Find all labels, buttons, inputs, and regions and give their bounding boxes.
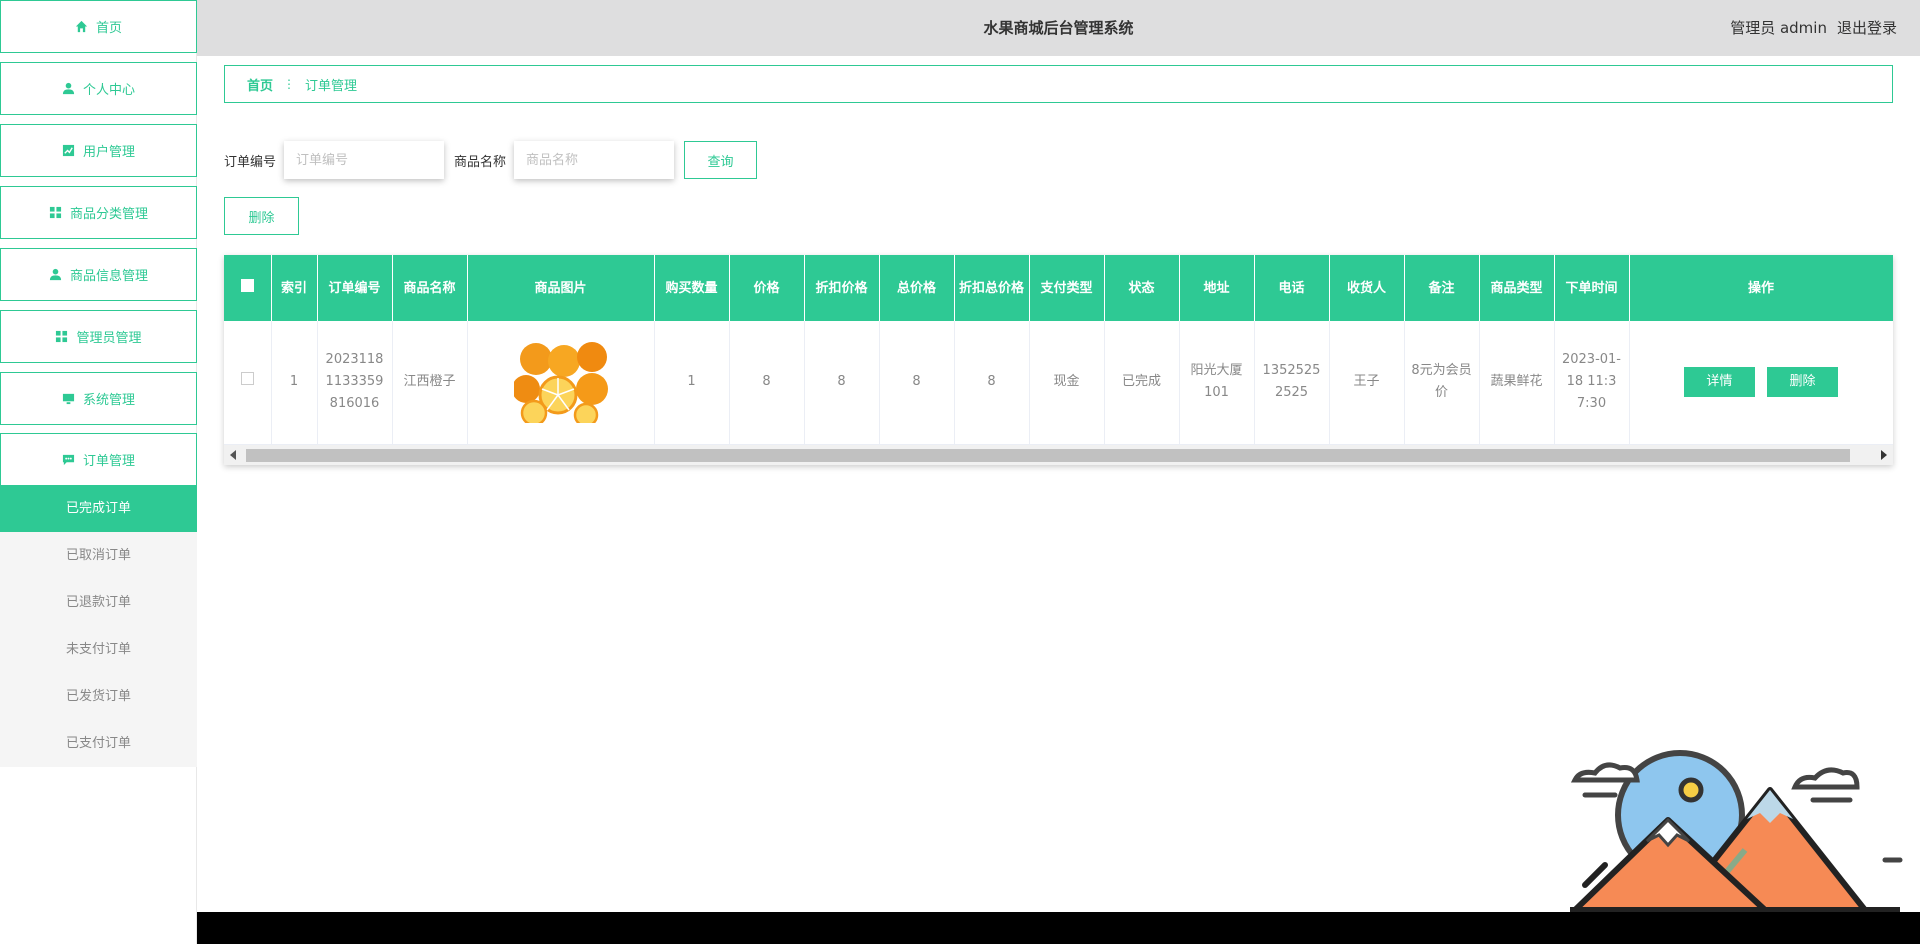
breadcrumb-current: 订单管理 bbox=[305, 78, 358, 94]
logout-link[interactable]: 退出登录 bbox=[1837, 0, 1897, 56]
sidebar-item-goods[interactable]: 商品信息管理 bbox=[0, 248, 197, 301]
cell-goods-image bbox=[467, 321, 655, 445]
column-header: 商品名称 bbox=[392, 255, 468, 321]
row-delete-button[interactable]: 删除 bbox=[1767, 367, 1839, 398]
goods-name-input[interactable] bbox=[514, 141, 675, 179]
column-header: 折扣总价格 bbox=[954, 255, 1030, 321]
home-icon bbox=[75, 20, 88, 33]
chart-icon bbox=[62, 144, 75, 157]
order-no-label: 订单编号 bbox=[224, 154, 277, 170]
column-header: 地址 bbox=[1179, 255, 1255, 321]
cell-note: 8元为会员价 bbox=[1404, 321, 1480, 445]
sidebar-item-admins[interactable]: 管理员管理 bbox=[0, 310, 197, 363]
breadcrumb-separator-icon: ⋮ bbox=[283, 77, 296, 91]
sidebar: 首页 个人中心 用户管理 商品分类管理 商品信息管理 管理员管理 系统管理 订单… bbox=[0, 0, 197, 944]
scrollbar-thumb[interactable] bbox=[246, 449, 1850, 462]
sidebar-item-users[interactable]: 用户管理 bbox=[0, 124, 197, 177]
column-header: 折扣价格 bbox=[804, 255, 880, 321]
submenu-item-shipped[interactable]: 已发货订单 bbox=[0, 673, 197, 720]
submenu-item-completed[interactable]: 已完成订单 bbox=[0, 485, 197, 532]
column-header: 商品图片 bbox=[467, 255, 655, 321]
grid-icon bbox=[56, 330, 68, 343]
order-no-input[interactable] bbox=[284, 141, 445, 179]
submenu-item-unpaid[interactable]: 未支付订单 bbox=[0, 626, 197, 673]
mountain-illustration bbox=[1570, 750, 1903, 913]
cell-price: 8 bbox=[729, 321, 805, 445]
row-checkbox[interactable] bbox=[224, 321, 272, 445]
cell-quantity: 1 bbox=[654, 321, 730, 445]
sidebar-item-label: 首页 bbox=[95, 21, 122, 36]
sidebar-item-label: 用户管理 bbox=[82, 145, 135, 160]
sidebar-item-label: 管理员管理 bbox=[76, 331, 142, 346]
query-button[interactable]: 查询 bbox=[684, 141, 758, 179]
scroll-right-icon[interactable] bbox=[1881, 450, 1887, 460]
sidebar-item-label: 商品分类管理 bbox=[69, 207, 148, 222]
cell-total: 8 bbox=[879, 321, 955, 445]
cell-discount-total: 8 bbox=[954, 321, 1030, 445]
search-form: 订单编号 商品名称 查询 bbox=[224, 140, 758, 180]
cell-pay-type: 现金 bbox=[1029, 321, 1105, 445]
orders-table: 索引 订单编号 商品名称 商品图片 购买数量 价格 折扣价格 总价格 折扣总价格… bbox=[224, 255, 1893, 465]
bottom-bar bbox=[197, 912, 1920, 944]
admin-role-label: 管理员 admin bbox=[1730, 19, 1827, 37]
user-icon bbox=[62, 82, 75, 95]
sidebar-item-profile[interactable]: 个人中心 bbox=[0, 62, 197, 115]
user-area: 管理员 admin 退出登录 bbox=[1730, 0, 1897, 56]
sidebar-item-home[interactable]: 首页 bbox=[0, 0, 197, 53]
sidebar-item-label: 系统管理 bbox=[82, 393, 135, 408]
scroll-left-icon[interactable] bbox=[230, 450, 236, 460]
column-header: 收货人 bbox=[1329, 255, 1405, 321]
cell-receiver: 王子 bbox=[1329, 321, 1405, 445]
cell-index: 1 bbox=[271, 321, 318, 445]
column-header: 支付类型 bbox=[1029, 255, 1105, 321]
cell-discount-price: 8 bbox=[804, 321, 880, 445]
cell-address: 阳光大厦101 bbox=[1179, 321, 1255, 445]
column-header: 操作 bbox=[1629, 255, 1893, 321]
sidebar-item-orders[interactable]: 订单管理 bbox=[0, 433, 197, 486]
chat-icon bbox=[62, 454, 75, 466]
column-header: 订单编号 bbox=[317, 255, 393, 321]
breadcrumb-home[interactable]: 首页 bbox=[247, 75, 273, 94]
topbar: 水果商城后台管理系统 管理员 admin 退出登录 bbox=[197, 0, 1920, 56]
column-header: 索引 bbox=[271, 255, 318, 321]
sidebar-item-label: 个人中心 bbox=[82, 83, 135, 98]
cell-status: 已完成 bbox=[1104, 321, 1180, 445]
submenu-item-cancelled[interactable]: 已取消订单 bbox=[0, 532, 197, 579]
sidebar-item-category[interactable]: 商品分类管理 bbox=[0, 186, 197, 239]
column-header: 备注 bbox=[1404, 255, 1480, 321]
sidebar-item-label: 订单管理 bbox=[82, 454, 135, 469]
grid-icon bbox=[49, 206, 62, 219]
select-all-checkbox[interactable] bbox=[224, 255, 272, 321]
horizontal-scrollbar[interactable] bbox=[224, 445, 1893, 465]
column-header: 总价格 bbox=[879, 255, 955, 321]
detail-button[interactable]: 详情 bbox=[1683, 367, 1755, 398]
cell-actions: 详情 删除 bbox=[1629, 321, 1893, 445]
sidebar-item-system[interactable]: 系统管理 bbox=[0, 372, 197, 425]
cell-order-time: 2023-01-18 11:37:30 bbox=[1554, 321, 1630, 445]
cell-order-no: 20231181133359816016 bbox=[317, 321, 393, 445]
column-header: 电话 bbox=[1254, 255, 1330, 321]
column-header: 商品类型 bbox=[1479, 255, 1555, 321]
cell-goods-name: 江西橙子 bbox=[392, 321, 468, 445]
cell-phone: 13525252525 bbox=[1254, 321, 1330, 445]
table-header-row: 索引 订单编号 商品名称 商品图片 购买数量 价格 折扣价格 总价格 折扣总价格… bbox=[224, 255, 1893, 321]
monitor-icon bbox=[62, 393, 75, 405]
submenu-item-paid[interactable]: 已支付订单 bbox=[0, 720, 197, 767]
cell-goods-type: 蔬果鲜花 bbox=[1479, 321, 1555, 445]
delete-button[interactable]: 删除 bbox=[224, 197, 299, 235]
column-header: 价格 bbox=[729, 255, 805, 321]
column-header: 下单时间 bbox=[1554, 255, 1630, 321]
orange-product-image bbox=[513, 341, 608, 424]
goods-name-label: 商品名称 bbox=[454, 154, 507, 170]
sidebar-item-label: 商品信息管理 bbox=[69, 269, 148, 284]
orders-submenu: 已完成订单 已取消订单 已退款订单 未支付订单 已发货订单 已支付订单 bbox=[0, 485, 197, 767]
column-header: 状态 bbox=[1104, 255, 1180, 321]
user-icon bbox=[49, 268, 62, 281]
submenu-item-refunded[interactable]: 已退款订单 bbox=[0, 579, 197, 626]
table-row: 1 20231181133359816016 江西橙子 1 8 8 8 8 现金… bbox=[224, 321, 1893, 445]
breadcrumb: 首页 ⋮ 订单管理 bbox=[224, 65, 1893, 103]
column-header: 购买数量 bbox=[654, 255, 730, 321]
app-title: 水果商城后台管理系统 bbox=[983, 19, 1134, 37]
